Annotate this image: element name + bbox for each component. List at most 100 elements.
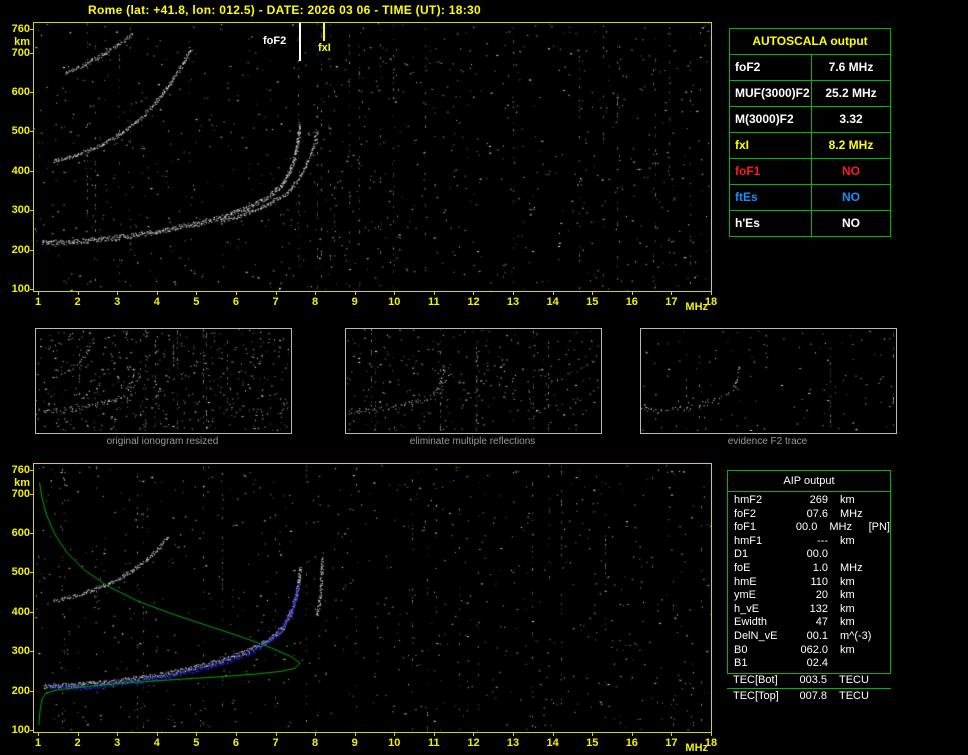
autoscala-row-value: NO	[842, 164, 860, 178]
aip-row-label: Ewidth	[734, 616, 768, 629]
autoscala-row-label: h'Es	[730, 211, 812, 236]
aip-row-extra	[882, 630, 884, 644]
y-tick-label: 600	[11, 527, 30, 540]
thumbnail-canvas-original	[36, 329, 289, 431]
autoscala-table-title: AUTOSCALA output	[730, 29, 890, 55]
axis-tick-mark	[77, 733, 79, 736]
x-tick-label: 10	[388, 296, 401, 308]
aip-row-unit: km	[840, 494, 855, 506]
aip-row-unit: MHz	[840, 507, 863, 520]
aip-row-label: DelN_vE	[734, 629, 778, 642]
x-tick-label: 4	[153, 296, 160, 308]
aip-output-table: AIP output hmF2 269 km foF2 07.6 MHz foF1 00.0 M…	[727, 470, 891, 674]
tec-row-label: TEC[Bot]	[733, 674, 778, 686]
thumbnail-caption-eliminate: eliminate multiple reflections	[409, 436, 536, 447]
axis-tick-mark	[30, 131, 33, 133]
aip-row-unit	[828, 657, 882, 671]
aip-row-value: 110	[810, 575, 828, 588]
autoscala-row-value: NO	[842, 216, 860, 230]
thumbnail-original-ionogram	[35, 328, 292, 434]
autoscala-row-label: fxI	[730, 133, 812, 158]
page-title: Rome (lat: +41.8, lon: 012.5) - DATE: 20…	[88, 3, 481, 17]
x-tick-label: 2	[74, 296, 81, 308]
x-tick-label: 15	[586, 737, 599, 749]
autoscala-row-label: ftEs	[730, 185, 812, 210]
axis-tick-mark	[196, 292, 198, 295]
fof2-marker-line	[299, 23, 301, 61]
aip-row-label: B0	[734, 643, 748, 656]
axis-tick-mark	[354, 733, 356, 736]
x-tick-label: 14	[546, 737, 559, 749]
axis-tick-mark	[30, 470, 33, 471]
aip-row-value: 00.1	[806, 629, 828, 642]
aip-row: foE 1.0 MHz	[728, 562, 890, 576]
autoscala-row: h'Es NO	[730, 211, 890, 236]
axis-tick-mark	[631, 733, 633, 736]
y-tick-label: 300	[11, 645, 30, 658]
x-tick-label: 13	[506, 737, 520, 749]
ionogram-plot-bottom	[33, 463, 712, 733]
aip-row-extra	[882, 548, 884, 562]
thumbnail-caption-original: original ionogram resized	[106, 436, 219, 447]
x-tick-label: 16	[625, 296, 638, 308]
aip-row: hmF2 269 km	[728, 494, 890, 508]
aip-row-value: 00.0	[806, 548, 828, 561]
autoscala-row: M(3000)F2 3.32	[730, 107, 890, 133]
autoscala-window: Rome (lat: +41.8, lon: 012.5) - DATE: 20…	[0, 0, 968, 755]
axis-tick-mark	[196, 733, 198, 736]
aip-row-extra	[882, 603, 884, 617]
ionogram-canvas-bottom	[34, 464, 711, 732]
aip-row: B1 02.4	[728, 657, 890, 671]
x-tick-label: 12	[467, 296, 480, 308]
aip-row-unit: km	[840, 616, 855, 629]
x-tick-label: 15	[586, 296, 599, 308]
fxi-marker-label: fxI	[318, 42, 331, 54]
x-tick-label: 11	[428, 296, 440, 308]
thumbnail-eliminate-reflections	[345, 328, 602, 434]
autoscala-row: fxI 8.2 MHz	[730, 133, 890, 159]
axis-tick-mark	[433, 733, 435, 736]
x-tick-label: 5	[193, 296, 200, 308]
aip-row-value: 00.0	[795, 521, 818, 534]
aip-row-label: foE	[734, 561, 751, 574]
axis-tick-mark	[235, 733, 237, 736]
x-axis-unit: MHz	[685, 742, 709, 754]
axis-tick-mark	[77, 292, 79, 295]
aip-row: hmE 110 km	[728, 576, 890, 590]
x-tick-label: 17	[665, 737, 678, 749]
aip-row: DelN_vE 00.1 m^(-3)	[728, 630, 890, 644]
aip-row-label: B1	[734, 657, 748, 670]
aip-row-extra	[882, 589, 884, 603]
axis-tick-mark	[631, 292, 633, 295]
autoscala-row-value: NO	[842, 190, 860, 204]
x-tick-label: 14	[546, 296, 559, 308]
tec-row-value: 007.8	[799, 689, 827, 702]
aip-row: D1 00.0	[728, 548, 890, 562]
autoscala-row-label: foF1	[730, 159, 812, 184]
aip-row-unit: km	[840, 589, 855, 602]
y-tick-label: 700	[11, 487, 30, 500]
axis-tick-mark	[711, 733, 712, 736]
ionogram-canvas-top	[34, 23, 711, 291]
tec-row: TEC[Bot] 003.5 TECU	[727, 674, 891, 687]
axis-tick-mark	[671, 292, 673, 295]
aip-row: hmF1 --- km	[728, 535, 890, 549]
x-tick-label: 7	[272, 737, 279, 749]
tec-row-value: 003.5	[799, 674, 827, 686]
aip-row-extra	[882, 562, 884, 576]
autoscala-output-table: AUTOSCALA output foF2 7.6 MHz MUF(3000)F2 2…	[729, 28, 891, 237]
tec-row-unit: TECU	[839, 674, 869, 686]
axis-tick-mark	[30, 92, 33, 94]
aip-row-value: 47	[815, 616, 828, 629]
x-tick-label: 9	[351, 737, 358, 749]
axis-tick-mark	[30, 651, 33, 653]
aip-row-value: 132	[809, 602, 828, 615]
y-tick-label: 500	[11, 566, 30, 579]
y-axis-unit: km	[14, 477, 30, 489]
autoscala-row: MUF(3000)F2 25.2 MHz	[730, 81, 890, 107]
tec-row: TEC[Top] 007.8 TECU	[727, 690, 891, 703]
x-tick-label: 8	[312, 737, 319, 749]
x-tick-label: 6	[232, 737, 239, 749]
aip-row-value: 07.6	[806, 507, 828, 520]
y-tick-label: 760	[11, 464, 30, 476]
